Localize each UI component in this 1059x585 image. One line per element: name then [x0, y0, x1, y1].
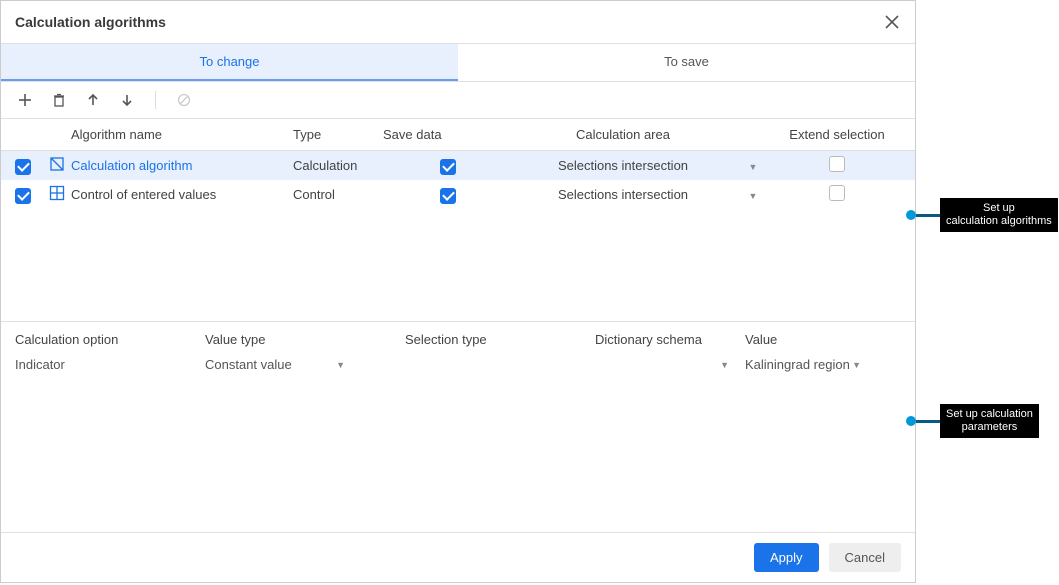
- callout-pin-icon: [906, 210, 916, 220]
- row-checkbox[interactable]: [15, 188, 31, 204]
- cell-type: Control: [293, 187, 383, 202]
- cell-name: Control of entered values: [71, 187, 293, 202]
- dialog-title: Calculation algorithms: [15, 14, 166, 30]
- chevron-down-icon: ▼: [720, 360, 729, 370]
- tab-to-change[interactable]: To change: [1, 44, 458, 81]
- move-up-icon[interactable]: [83, 90, 103, 110]
- dialog-footer: Apply Cancel: [1, 532, 915, 582]
- col-type: Type: [293, 127, 383, 142]
- lr-calc-option: Indicator: [15, 357, 205, 372]
- col-calc-area: Calculation area: [513, 127, 733, 142]
- save-data-checkbox[interactable]: [440, 159, 456, 175]
- callout-line: [916, 214, 940, 217]
- grid-body: Calculation algorithm Calculation Select…: [1, 151, 915, 321]
- lh-value: Value: [745, 332, 901, 347]
- col-extend-selection: Extend selection: [773, 127, 901, 142]
- extend-checkbox[interactable]: [829, 156, 845, 172]
- row-checkbox[interactable]: [15, 159, 31, 175]
- col-save-data: Save data: [383, 127, 513, 142]
- callout-line: [916, 420, 940, 423]
- callout-bottom: Set up calculation parameters: [906, 404, 1039, 438]
- chevron-down-icon: ▼: [852, 360, 861, 370]
- lr-value-type-text: Constant value: [205, 357, 292, 372]
- apply-button[interactable]: Apply: [754, 543, 819, 572]
- callout-line2: calculation algorithms: [946, 215, 1052, 228]
- callout-pin-icon: [906, 416, 916, 426]
- callout-line1: Set up calculation: [946, 408, 1033, 421]
- close-icon[interactable]: [883, 13, 901, 31]
- table-row[interactable]: Control of entered values Control Select…: [1, 180, 915, 209]
- lower-header: Calculation option Value type Selection …: [15, 332, 901, 347]
- cancel-button[interactable]: Cancel: [829, 543, 901, 572]
- lower-row[interactable]: Indicator Constant value ▼ ▼ Kaliningrad …: [15, 357, 901, 372]
- dict-schema-dropdown[interactable]: ▼: [595, 360, 745, 370]
- toolbar-separator: [155, 91, 156, 109]
- lower-panel: Calculation option Value type Selection …: [1, 321, 915, 372]
- lr-value-text: Kaliningrad region: [745, 357, 850, 372]
- toolbar: [1, 82, 915, 119]
- calculation-algorithms-dialog: Calculation algorithms To change To save…: [0, 0, 916, 583]
- dialog-header: Calculation algorithms: [1, 1, 915, 43]
- grid-header: Algorithm name Type Save data Calculatio…: [1, 119, 915, 151]
- cell-area: Selections intersection: [513, 158, 733, 173]
- lh-dict-schema: Dictionary schema: [595, 332, 745, 347]
- control-icon: [49, 185, 65, 201]
- lh-calc-option: Calculation option: [15, 332, 205, 347]
- lh-selection-type: Selection type: [405, 332, 595, 347]
- add-icon[interactable]: [15, 90, 35, 110]
- cell-type: Calculation: [293, 158, 383, 173]
- lh-value-type: Value type: [205, 332, 405, 347]
- area-dropdown-icon[interactable]: ▼: [749, 191, 758, 201]
- chevron-down-icon: ▼: [336, 360, 345, 370]
- value-type-dropdown[interactable]: Constant value ▼: [205, 357, 405, 372]
- tab-to-save[interactable]: To save: [458, 44, 915, 81]
- calc-algo-icon: [49, 156, 65, 172]
- save-data-checkbox[interactable]: [440, 188, 456, 204]
- value-dropdown[interactable]: Kaliningrad region▼: [745, 357, 901, 372]
- callout-line2: parameters: [946, 421, 1033, 434]
- callout-box: Set up calculation algorithms: [940, 198, 1058, 232]
- cell-area: Selections intersection: [513, 187, 733, 202]
- move-down-icon[interactable]: [117, 90, 137, 110]
- cell-name: Calculation algorithm: [71, 158, 293, 173]
- delete-icon[interactable]: [49, 90, 69, 110]
- col-algorithm-name: Algorithm name: [71, 127, 293, 142]
- extend-checkbox[interactable]: [829, 185, 845, 201]
- tab-bar: To change To save: [1, 43, 915, 82]
- callout-box: Set up calculation parameters: [940, 404, 1039, 438]
- table-row[interactable]: Calculation algorithm Calculation Select…: [1, 151, 915, 180]
- disable-icon: [174, 90, 194, 110]
- callout-top: Set up calculation algorithms: [906, 198, 1058, 232]
- callout-line1: Set up: [946, 202, 1052, 215]
- area-dropdown-icon[interactable]: ▼: [749, 162, 758, 172]
